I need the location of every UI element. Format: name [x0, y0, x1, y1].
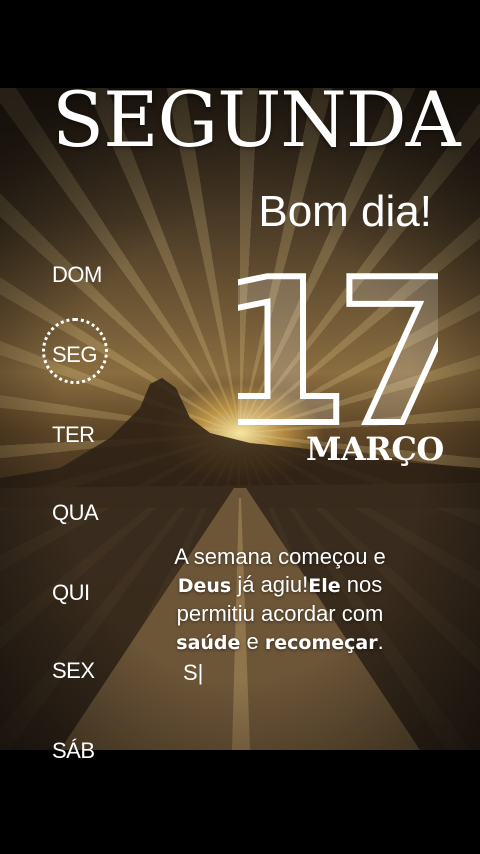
weekday-seg[interactable]: SEG: [52, 342, 97, 368]
message-bold-recomecar: recomeçar: [264, 632, 378, 654]
message-text-e: e: [240, 629, 265, 654]
message-bold-saude: saúde: [176, 632, 241, 654]
message-line-2: Deus já agiu!Ele nos: [140, 571, 420, 600]
weekday-sab[interactable]: SÁB: [52, 738, 95, 764]
message-text-agiu: já agiu!: [231, 572, 309, 597]
message-text: A semana começou e Deus já agiu!Ele nos …: [140, 543, 420, 657]
weekday-qua[interactable]: QUA: [52, 500, 99, 526]
weekday-qui[interactable]: QUI: [52, 580, 90, 606]
message-line-4: saúde e recomeçar.: [140, 628, 420, 657]
weekday-ter[interactable]: TER: [52, 422, 95, 448]
greeting-text: Bom dia!: [258, 187, 432, 236]
story-frame: SEGUNDA Bom dia! DOM SEG TER QUA QUI SEX…: [0, 0, 480, 854]
message-text-nos: nos: [340, 572, 383, 597]
message-line-1: A semana começou e: [174, 544, 386, 569]
typing-cursor[interactable]: S|: [183, 660, 203, 686]
message-line-3: permitiu acordar com: [176, 601, 384, 626]
weekday-dom[interactable]: DOM: [52, 262, 102, 288]
day-number-text: 17: [238, 270, 438, 430]
day-number: 17: [238, 270, 438, 430]
message-bold-deus: Deus: [177, 575, 232, 597]
weekday-sex[interactable]: SEX: [52, 658, 95, 684]
weekday-title: SEGUNDA: [52, 75, 461, 164]
message-bold-ele: Ele: [308, 575, 341, 597]
message-text-period: .: [377, 629, 384, 654]
month-label: MARÇO: [306, 430, 444, 468]
